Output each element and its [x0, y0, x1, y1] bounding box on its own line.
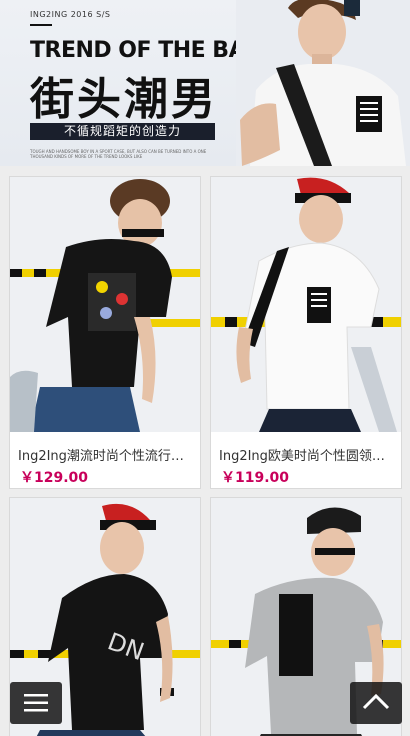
menu-button[interactable]	[10, 682, 62, 724]
chevron-up-icon	[362, 693, 390, 710]
hamburger-icon	[24, 694, 48, 712]
product-title[interactable]: Ing2Ing潮流时尚个性流行字...	[10, 437, 200, 463]
banner-model-image	[236, 0, 410, 166]
banner-tag: ING2ING 2016 S/S	[30, 10, 111, 19]
banner-headline-cn: 街头潮男	[30, 74, 218, 125]
banner-rule	[30, 24, 52, 26]
product-price: ￥129.00	[20, 470, 89, 486]
product-price: ￥119.00	[221, 470, 290, 486]
product-card[interactable]: Ing2Ing欧美时尚个性圆领潮... ￥119.00	[210, 176, 402, 489]
product-image[interactable]	[211, 177, 401, 432]
product-title[interactable]: Ing2Ing欧美时尚个性圆领潮...	[211, 437, 401, 463]
product-card[interactable]: Ing2Ing潮流时尚个性流行字... ￥129.00	[9, 176, 201, 489]
promo-banner[interactable]: ING2ING 2016 S/S TREND OF THE BAD BOYS 街…	[0, 0, 410, 166]
banner-slogan: 不循规蹈矩的创造力	[30, 123, 215, 140]
page: ING2ING 2016 S/S TREND OF THE BAD BOYS 街…	[0, 0, 410, 736]
back-to-top-button[interactable]	[350, 682, 402, 724]
product-image[interactable]	[10, 177, 200, 432]
banner-fine-print: TOUGH AND HANDSOME BOY IN A SPORT CASE, …	[30, 149, 207, 159]
